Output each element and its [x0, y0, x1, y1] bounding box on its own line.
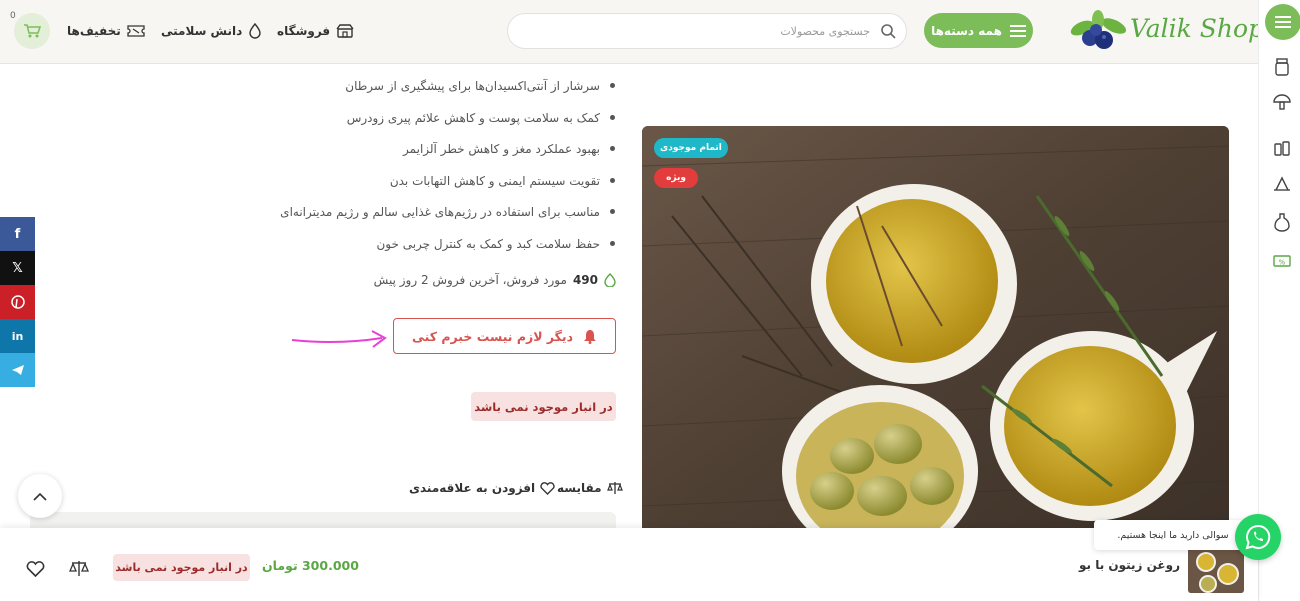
nav-discounts[interactable]: تخفیف‌ها — [67, 20, 145, 42]
compare-icon — [606, 482, 623, 494]
heart-icon[interactable] — [26, 561, 45, 577]
chevron-up-icon — [33, 492, 47, 501]
sales-info: 490 مورد فروش، آخرین فروش 2 روز پیش — [300, 270, 616, 290]
mushroom-icon[interactable] — [1272, 92, 1292, 112]
site-header: Valik Shop همه دسته‌ها فروشگاه — [0, 0, 1264, 64]
compare-label: مقایسه — [557, 481, 602, 495]
cart-button[interactable] — [14, 13, 50, 49]
oil-bottle-icon[interactable] — [1272, 212, 1292, 232]
chat-prompt-bubble[interactable]: سوالی دارید ما اینجا هستیم. — [1094, 520, 1252, 550]
sold-text: مورد فروش، آخرین فروش 2 روز پیش — [373, 273, 567, 287]
sticky-stock-status: در انبار موجود نمی باشد — [113, 554, 250, 581]
whatsapp-icon — [1245, 524, 1271, 550]
feature-item: سرشار از آنتی‌اکسیدان‌ها برای پیشگیری از… — [250, 72, 618, 104]
feature-item: تقویت سیستم ایمنی و کاهش التهابات بدن — [250, 167, 618, 199]
page: Valik Shop همه دسته‌ها فروشگاه — [0, 0, 1300, 601]
search-box[interactable] — [507, 13, 907, 49]
cart-icon — [24, 24, 41, 38]
compare-icon[interactable] — [69, 560, 89, 578]
facebook-icon: f — [14, 226, 21, 242]
fire-icon — [604, 273, 616, 287]
drop-icon — [249, 23, 262, 39]
blueberry-logo-icon — [1070, 10, 1127, 49]
stock-status: در انبار موجود نمی باشد — [471, 392, 616, 421]
jar-icon[interactable] — [1272, 57, 1292, 77]
feature-item: کمک به سلامت پوست و کاهش علائم پیری زودر… — [250, 104, 618, 136]
nav-shop-label: فروشگاه — [277, 24, 331, 38]
pinterest-share-button[interactable] — [0, 285, 35, 319]
nav-shop[interactable]: فروشگاه — [277, 20, 354, 42]
facebook-share-button[interactable]: f — [0, 217, 35, 251]
out-of-stock-badge: اتمام موجودی — [654, 138, 728, 158]
x-share-button[interactable]: 𝕏 — [0, 251, 35, 285]
bell-icon — [584, 329, 597, 344]
sticky-add-to-cart-bar: روغن زیتون با بو 300.000 تومان در انبار … — [0, 528, 1258, 601]
bottles-icon[interactable] — [1272, 137, 1292, 157]
shop-icon — [336, 24, 354, 38]
wishlist-label: افزودن به علاقه‌مندی — [409, 481, 536, 495]
all-categories-button[interactable]: همه دسته‌ها — [924, 13, 1033, 48]
sticky-product-name: روغن زیتون با بو — [1078, 558, 1180, 572]
search-icon[interactable] — [880, 23, 896, 39]
product-image[interactable]: اتمام موجودی ویژه — [642, 126, 1229, 536]
linkedin-share-button[interactable]: in — [0, 319, 35, 353]
nav-health[interactable]: دانش سلامتی — [161, 20, 262, 42]
feature-item: حفظ سلامت کبد و کمک به کنترل چربی خون — [250, 230, 618, 262]
olive-oil-photo — [642, 126, 1229, 536]
rail-menu-button[interactable] — [1265, 4, 1300, 40]
category-rail: % — [1258, 0, 1300, 601]
sold-count: 490 — [572, 273, 598, 287]
x-icon: 𝕏 — [12, 260, 23, 276]
stop-notify-button[interactable]: دیگر لازم نیست خبرم کنی — [393, 318, 616, 354]
scroll-to-top-button[interactable] — [18, 474, 62, 518]
cart-count: 0 — [10, 11, 16, 21]
feature-item: مناسب برای استفاده در رژیم‌های غذایی سال… — [250, 198, 618, 230]
special-badge: ویژه — [654, 168, 698, 188]
telegram-share-button[interactable] — [0, 353, 35, 387]
feature-list: سرشار از آنتی‌اکسیدان‌ها برای پیشگیری از… — [250, 72, 618, 262]
nav-health-label: دانش سلامتی — [161, 24, 243, 38]
wishlist-button[interactable]: افزودن به علاقه‌مندی — [409, 478, 555, 498]
heart-icon — [540, 481, 555, 495]
all-categories-label: همه دسته‌ها — [931, 23, 1002, 38]
telegram-icon — [11, 365, 24, 375]
menu-icon — [1009, 24, 1026, 37]
discount-tag-icon[interactable]: % — [1272, 251, 1292, 271]
svg-text:%: % — [1279, 259, 1286, 267]
feature-item: بهبود عملکرد مغز و کاهش خطر آلزایمر — [250, 135, 618, 167]
thumbnail-image — [1188, 548, 1244, 593]
scale-icon[interactable] — [1272, 173, 1292, 193]
sticky-product-thumbnail — [1188, 548, 1244, 593]
nav-discounts-label: تخفیف‌ها — [67, 24, 121, 38]
pinterest-icon — [10, 295, 25, 309]
arrow-annotation-icon — [291, 330, 387, 348]
compare-button[interactable]: مقایسه — [557, 478, 623, 498]
hamburger-icon — [1275, 16, 1291, 28]
ticket-icon — [127, 25, 145, 37]
search-input[interactable] — [520, 14, 870, 48]
stop-notify-label: دیگر لازم نیست خبرم کنی — [411, 328, 574, 344]
linkedin-icon: in — [11, 329, 24, 343]
site-logo[interactable]: Valik Shop — [1068, 8, 1264, 56]
sticky-price: 300.000 تومان — [262, 558, 359, 573]
logo-text: Valik Shop — [1130, 14, 1265, 43]
whatsapp-button[interactable] — [1235, 514, 1281, 560]
